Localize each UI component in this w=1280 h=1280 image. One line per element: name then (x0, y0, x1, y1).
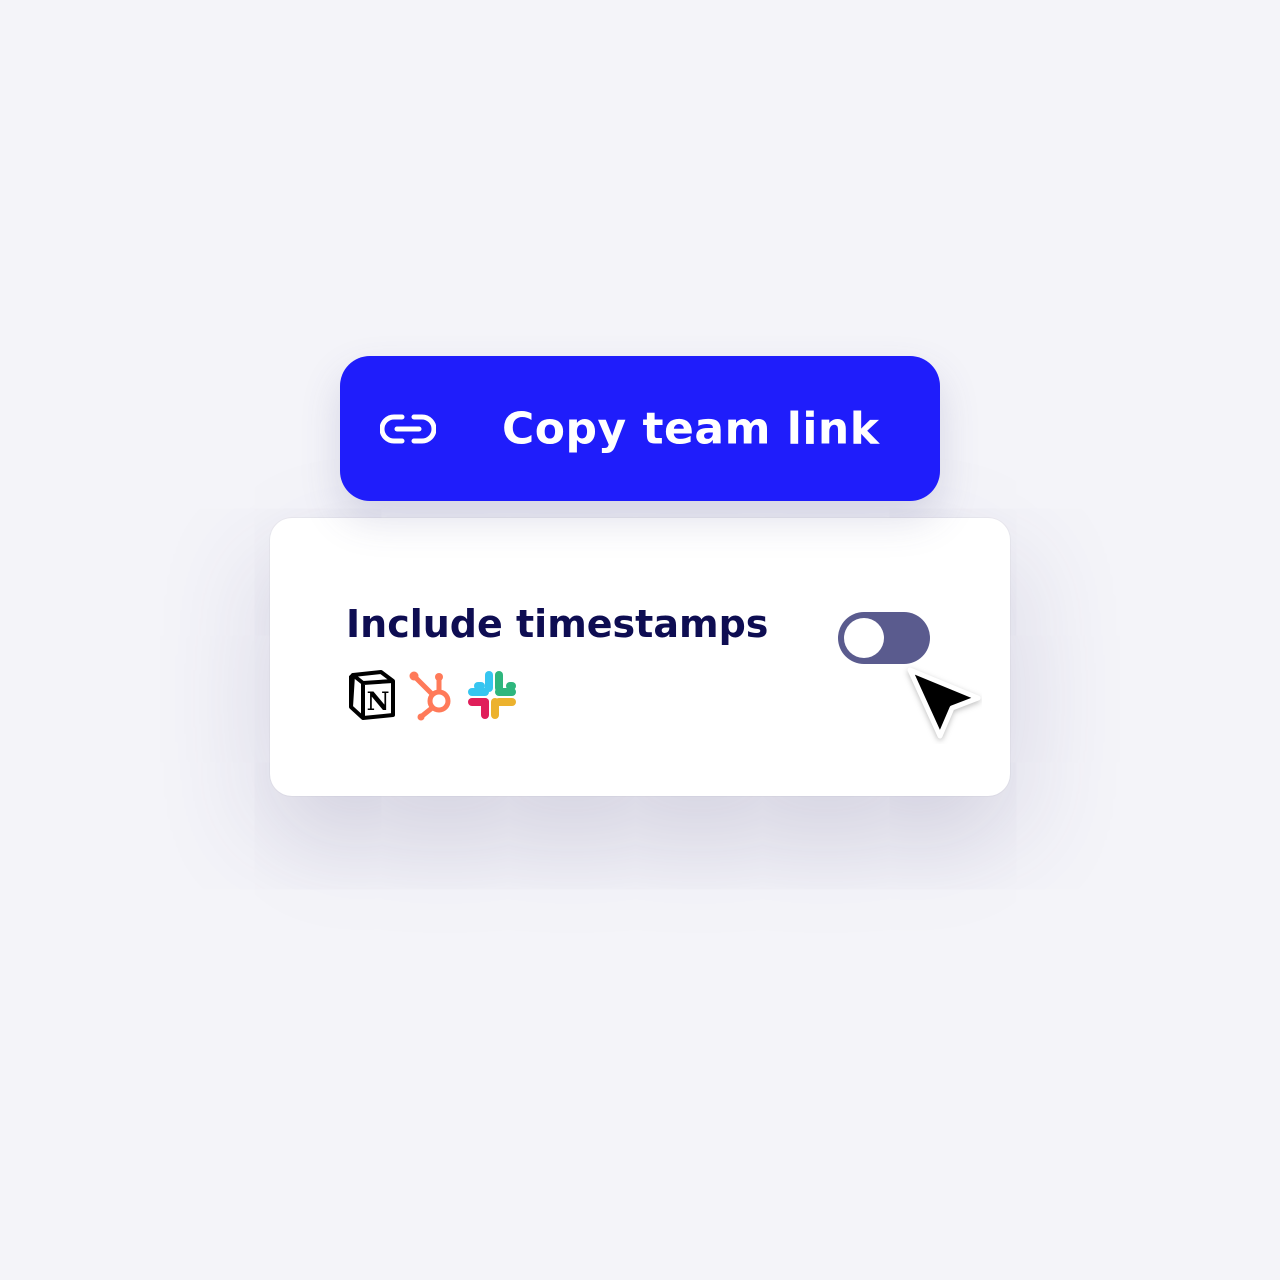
copy-team-link-button[interactable]: Copy team link (340, 356, 940, 501)
hubspot-icon (406, 669, 458, 721)
link-icon (380, 413, 436, 445)
stage: Copy team link Include timestamps N (0, 0, 1280, 1280)
toggle-knob (844, 618, 884, 658)
settings-card: Include timestamps N (270, 518, 1010, 796)
svg-text:N: N (367, 687, 390, 716)
mouse-pointer-icon (902, 664, 982, 744)
notion-icon: N (346, 669, 398, 721)
include-timestamps-toggle[interactable] (838, 612, 930, 664)
slack-icon (466, 669, 518, 721)
include-timestamps-label: Include timestamps (346, 602, 769, 646)
copy-team-link-label: Copy team link (502, 403, 880, 454)
integration-logos: N (346, 668, 518, 722)
